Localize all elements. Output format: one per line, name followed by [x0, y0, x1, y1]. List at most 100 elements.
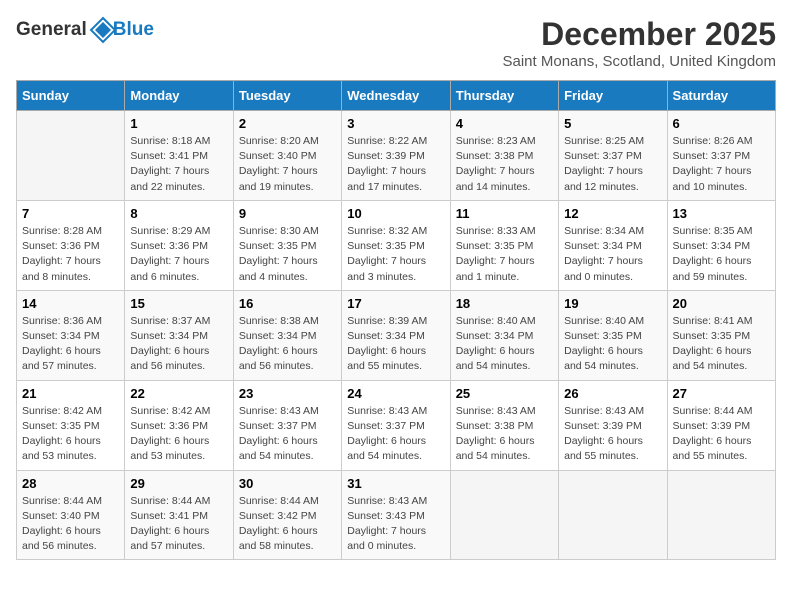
calendar-header-thursday: Thursday [450, 81, 558, 111]
calendar-week-row: 21 Sunrise: 8:42 AM Sunset: 3:35 PM Dayli… [17, 380, 776, 470]
day-number: 30 [239, 476, 336, 491]
calendar-cell: 8 Sunrise: 8:29 AM Sunset: 3:36 PM Daylig… [125, 200, 233, 290]
calendar-header-row: SundayMondayTuesdayWednesdayThursdayFrid… [17, 81, 776, 111]
day-number: 27 [673, 386, 770, 401]
calendar-cell: 6Sunrise: 8:26 AM Sunset: 3:37 PM Daylig… [667, 111, 775, 201]
day-number: 3 [347, 116, 444, 131]
day-number: 18 [456, 296, 553, 311]
calendar-cell: 21 Sunrise: 8:42 AM Sunset: 3:35 PM Dayli… [17, 380, 125, 470]
day-detail: Sunrise: 8:43 AM Sunset: 3:39 PM Dayligh… [564, 404, 661, 465]
day-number: 23 [239, 386, 336, 401]
day-number: 29 [130, 476, 227, 491]
calendar-cell: 4 Sunrise: 8:23 AM Sunset: 3:38 PM Daylig… [450, 111, 558, 201]
calendar-header-monday: Monday [125, 81, 233, 111]
calendar-cell: 17Sunrise: 8:39 AM Sunset: 3:34 PM Dayli… [342, 290, 450, 380]
calendar-cell: 23 Sunrise: 8:43 AM Sunset: 3:37 PM Dayli… [233, 380, 341, 470]
day-number: 20 [673, 296, 770, 311]
day-detail: Sunrise: 8:42 AM Sunset: 3:36 PM Dayligh… [130, 404, 227, 465]
day-number: 12 [564, 206, 661, 221]
day-number: 11 [456, 206, 553, 221]
logo: General Blue [16, 16, 154, 44]
calendar-cell: 28 Sunrise: 8:44 AM Sunset: 3:40 PM Dayli… [17, 470, 125, 560]
calendar-week-row: 7 Sunrise: 8:28 AM Sunset: 3:36 PM Daylig… [17, 200, 776, 290]
day-number: 17 [347, 296, 444, 311]
day-detail: Sunrise: 8:40 AM Sunset: 3:34 PM Dayligh… [456, 314, 553, 375]
day-number: 31 [347, 476, 444, 491]
calendar-cell [667, 470, 775, 560]
day-number: 1 [130, 116, 227, 131]
calendar-cell: 15 Sunrise: 8:37 AM Sunset: 3:34 PM Dayli… [125, 290, 233, 380]
day-number: 13 [673, 206, 770, 221]
calendar-cell: 9 Sunrise: 8:30 AM Sunset: 3:35 PM Daylig… [233, 200, 341, 290]
calendar-cell: 13 Sunrise: 8:35 AM Sunset: 3:34 PM Dayli… [667, 200, 775, 290]
day-detail: Sunrise: 8:40 AM Sunset: 3:35 PM Dayligh… [564, 314, 661, 375]
day-detail: Sunrise: 8:29 AM Sunset: 3:36 PM Dayligh… [130, 224, 227, 285]
day-number: 21 [22, 386, 119, 401]
title-section: December 2025 Saint Monans, Scotland, Un… [503, 16, 777, 70]
logo-blue: Blue [113, 19, 154, 41]
day-number: 9 [239, 206, 336, 221]
day-number: 14 [22, 296, 119, 311]
day-detail: Sunrise: 8:44 AM Sunset: 3:39 PM Dayligh… [673, 404, 770, 465]
day-detail: Sunrise: 8:26 AM Sunset: 3:37 PM Dayligh… [673, 134, 770, 195]
day-detail: Sunrise: 8:35 AM Sunset: 3:34 PM Dayligh… [673, 224, 770, 285]
day-detail: Sunrise: 8:34 AM Sunset: 3:34 PM Dayligh… [564, 224, 661, 285]
calendar-cell [559, 470, 667, 560]
day-number: 10 [347, 206, 444, 221]
day-detail: Sunrise: 8:28 AM Sunset: 3:36 PM Dayligh… [22, 224, 119, 285]
day-number: 25 [456, 386, 553, 401]
calendar-cell: 26Sunrise: 8:43 AM Sunset: 3:39 PM Dayli… [559, 380, 667, 470]
calendar-cell: 5Sunrise: 8:25 AM Sunset: 3:37 PM Daylig… [559, 111, 667, 201]
calendar-cell: 31 Sunrise: 8:43 AM Sunset: 3:43 PM Dayli… [342, 470, 450, 560]
day-detail: Sunrise: 8:23 AM Sunset: 3:38 PM Dayligh… [456, 134, 553, 195]
day-number: 5 [564, 116, 661, 131]
calendar-cell: 24 Sunrise: 8:43 AM Sunset: 3:37 PM Dayli… [342, 380, 450, 470]
day-detail: Sunrise: 8:44 AM Sunset: 3:40 PM Dayligh… [22, 494, 119, 555]
location-subtitle: Saint Monans, Scotland, United Kingdom [503, 53, 777, 70]
day-number: 19 [564, 296, 661, 311]
day-number: 15 [130, 296, 227, 311]
day-detail: Sunrise: 8:44 AM Sunset: 3:41 PM Dayligh… [130, 494, 227, 555]
day-detail: Sunrise: 8:30 AM Sunset: 3:35 PM Dayligh… [239, 224, 336, 285]
calendar-week-row: 1 Sunrise: 8:18 AM Sunset: 3:41 PM Daylig… [17, 111, 776, 201]
day-detail: Sunrise: 8:43 AM Sunset: 3:43 PM Dayligh… [347, 494, 444, 555]
calendar-table: SundayMondayTuesdayWednesdayThursdayFrid… [16, 80, 776, 560]
calendar-cell: 18 Sunrise: 8:40 AM Sunset: 3:34 PM Dayli… [450, 290, 558, 380]
calendar-cell: 11Sunrise: 8:33 AM Sunset: 3:35 PM Dayli… [450, 200, 558, 290]
day-detail: Sunrise: 8:44 AM Sunset: 3:42 PM Dayligh… [239, 494, 336, 555]
calendar-cell [17, 111, 125, 201]
calendar-cell: 2 Sunrise: 8:20 AM Sunset: 3:40 PM Daylig… [233, 111, 341, 201]
calendar-cell: 1 Sunrise: 8:18 AM Sunset: 3:41 PM Daylig… [125, 111, 233, 201]
calendar-cell: 22Sunrise: 8:42 AM Sunset: 3:36 PM Dayli… [125, 380, 233, 470]
day-number: 24 [347, 386, 444, 401]
day-detail: Sunrise: 8:41 AM Sunset: 3:35 PM Dayligh… [673, 314, 770, 375]
calendar-cell: 29 Sunrise: 8:44 AM Sunset: 3:41 PM Dayli… [125, 470, 233, 560]
calendar-header-tuesday: Tuesday [233, 81, 341, 111]
day-number: 28 [22, 476, 119, 491]
day-detail: Sunrise: 8:42 AM Sunset: 3:35 PM Dayligh… [22, 404, 119, 465]
day-number: 7 [22, 206, 119, 221]
month-year-title: December 2025 [503, 16, 777, 53]
day-detail: Sunrise: 8:38 AM Sunset: 3:34 PM Dayligh… [239, 314, 336, 375]
calendar-header-saturday: Saturday [667, 81, 775, 111]
day-detail: Sunrise: 8:32 AM Sunset: 3:35 PM Dayligh… [347, 224, 444, 285]
day-detail: Sunrise: 8:37 AM Sunset: 3:34 PM Dayligh… [130, 314, 227, 375]
calendar-cell: 10 Sunrise: 8:32 AM Sunset: 3:35 PM Dayli… [342, 200, 450, 290]
calendar-header-friday: Friday [559, 81, 667, 111]
day-detail: Sunrise: 8:43 AM Sunset: 3:38 PM Dayligh… [456, 404, 553, 465]
page-header: General Blue December 2025 Saint Monans,… [16, 16, 776, 70]
day-number: 4 [456, 116, 553, 131]
calendar-week-row: 28 Sunrise: 8:44 AM Sunset: 3:40 PM Dayli… [17, 470, 776, 560]
calendar-cell: 19 Sunrise: 8:40 AM Sunset: 3:35 PM Dayli… [559, 290, 667, 380]
day-detail: Sunrise: 8:43 AM Sunset: 3:37 PM Dayligh… [239, 404, 336, 465]
calendar-cell: 3Sunrise: 8:22 AM Sunset: 3:39 PM Daylig… [342, 111, 450, 201]
calendar-cell: 16Sunrise: 8:38 AM Sunset: 3:34 PM Dayli… [233, 290, 341, 380]
day-detail: Sunrise: 8:43 AM Sunset: 3:37 PM Dayligh… [347, 404, 444, 465]
day-detail: Sunrise: 8:20 AM Sunset: 3:40 PM Dayligh… [239, 134, 336, 195]
day-detail: Sunrise: 8:18 AM Sunset: 3:41 PM Dayligh… [130, 134, 227, 195]
calendar-cell: 27 Sunrise: 8:44 AM Sunset: 3:39 PM Dayli… [667, 380, 775, 470]
day-detail: Sunrise: 8:36 AM Sunset: 3:34 PM Dayligh… [22, 314, 119, 375]
calendar-cell: 25 Sunrise: 8:43 AM Sunset: 3:38 PM Dayli… [450, 380, 558, 470]
day-number: 2 [239, 116, 336, 131]
day-number: 8 [130, 206, 227, 221]
